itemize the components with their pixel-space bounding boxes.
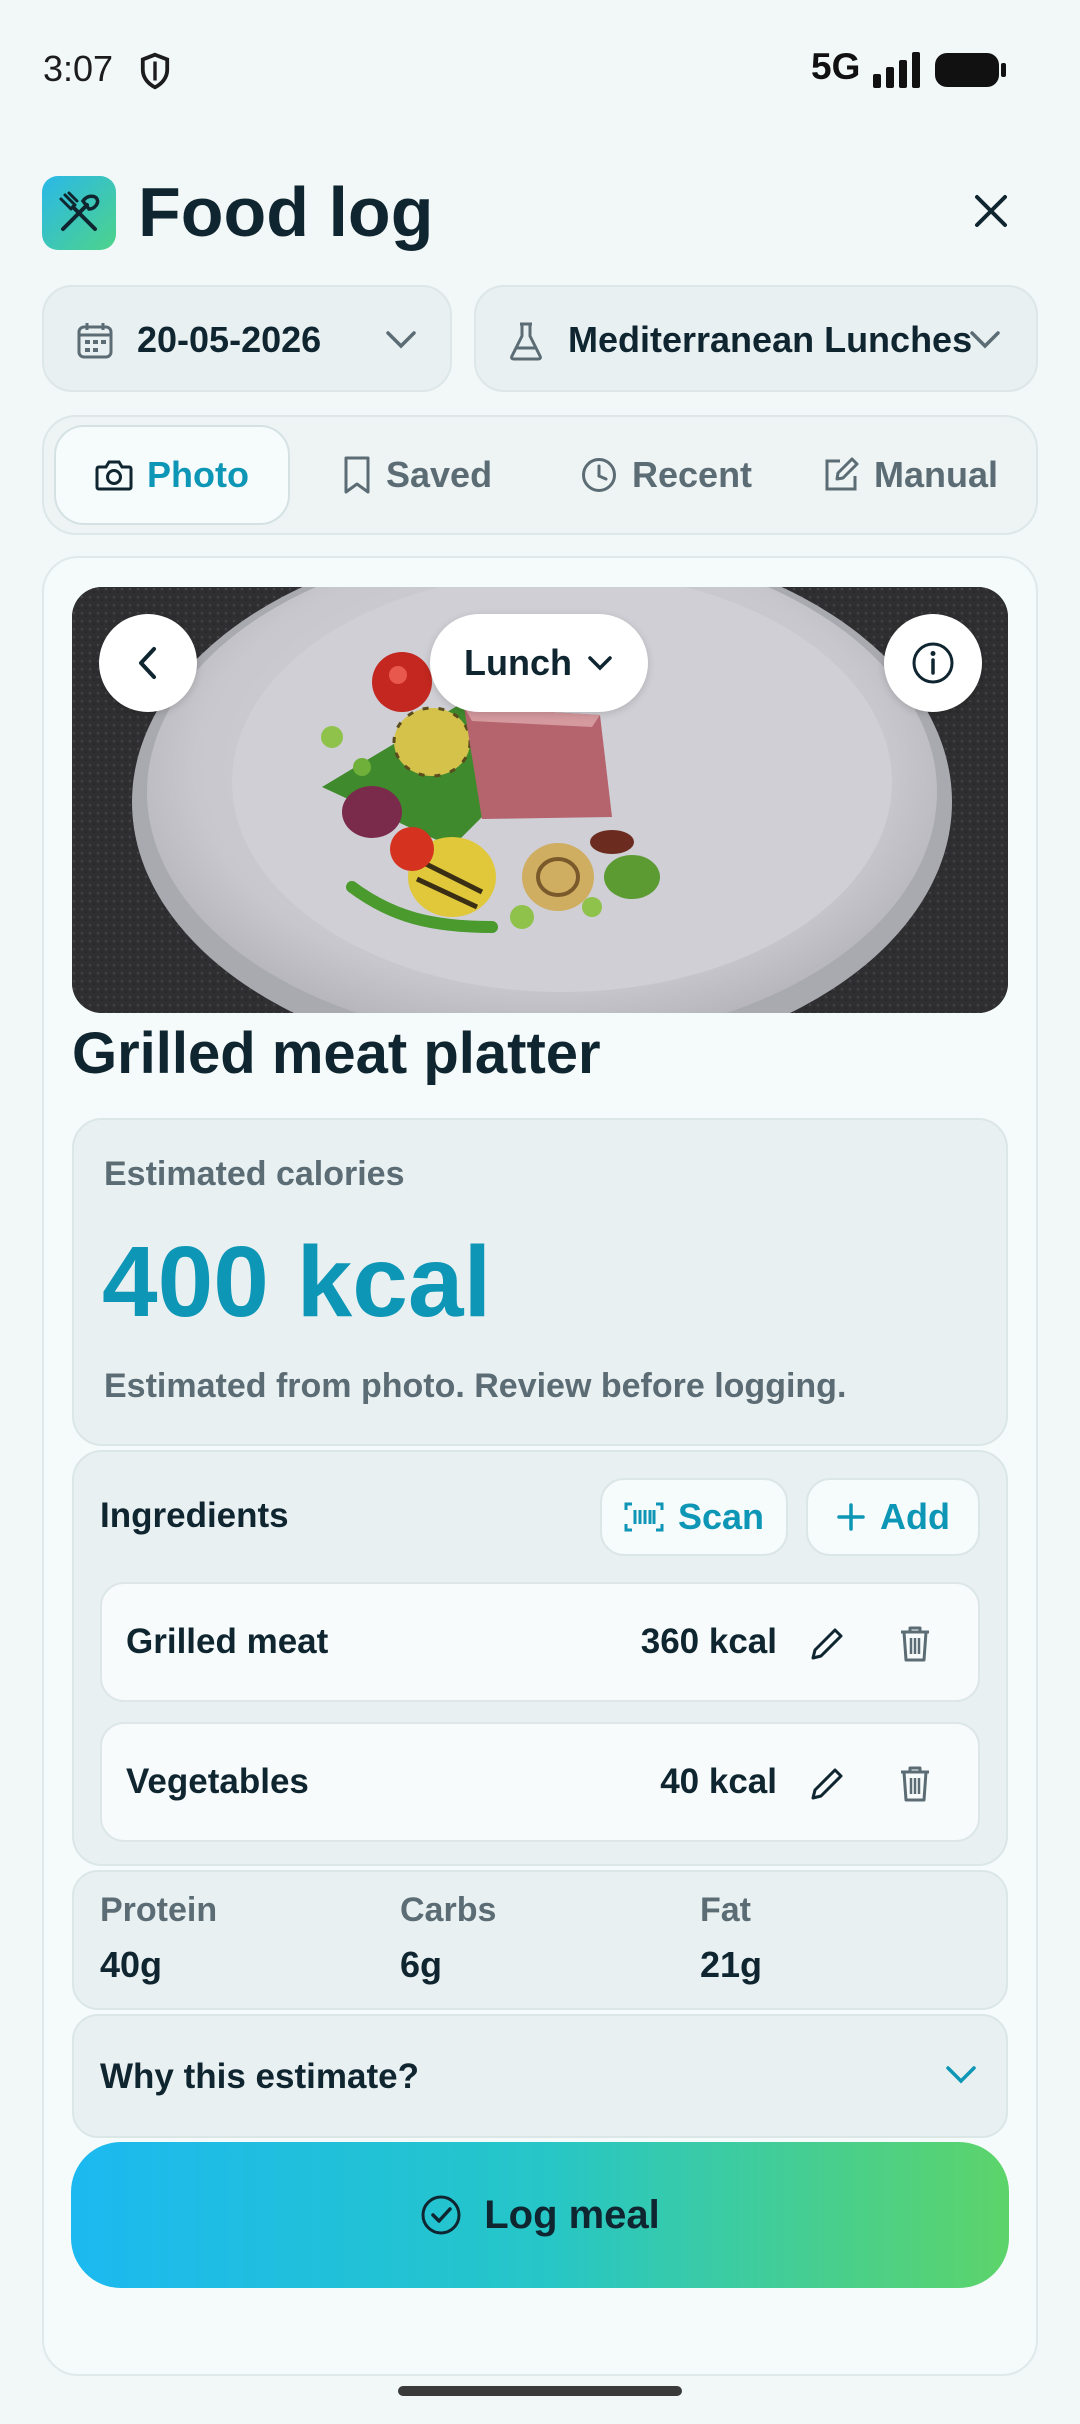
- ingredient-name: Grilled meat: [126, 1622, 329, 1661]
- shield-icon: [140, 52, 170, 90]
- delete-ingredient-button[interactable]: [885, 1754, 945, 1814]
- add-label: Add: [880, 1496, 950, 1537]
- date-picker[interactable]: 20-05-2026: [42, 285, 452, 392]
- tab-manual[interactable]: Manual: [822, 425, 998, 525]
- scan-button[interactable]: Scan: [600, 1478, 788, 1556]
- macro-label-fat: Fat: [700, 1891, 751, 1929]
- tab-label: Photo: [147, 454, 249, 495]
- status-time: 3:07: [43, 48, 114, 89]
- chevron-left-icon: [139, 647, 156, 679]
- ingredient-kcal: 40 kcal: [660, 1762, 777, 1801]
- macro-value-fat: 21g: [700, 1944, 763, 1985]
- macro-value-protein: 40g: [100, 1944, 163, 1985]
- calendar-icon: [77, 323, 113, 359]
- chevron-down-icon: [946, 2066, 976, 2084]
- macro-label-protein: Protein: [100, 1891, 218, 1929]
- network-label: 5G: [811, 46, 861, 87]
- meal-type-label: Lunch: [464, 642, 572, 683]
- calorie-note: Estimated from photo. Review before logg…: [104, 1367, 847, 1405]
- date-value: 20-05-2026: [137, 319, 322, 360]
- tab-recent[interactable]: Recent: [580, 425, 752, 525]
- page-title: Food log: [138, 173, 434, 251]
- pencil-icon: [811, 1768, 843, 1800]
- tab-label: Recent: [632, 454, 753, 495]
- flask-icon: [510, 322, 542, 361]
- camera-icon: [95, 460, 133, 491]
- pencil-icon: [811, 1628, 843, 1660]
- tab-photo[interactable]: Photo: [54, 425, 290, 525]
- log-meal-button[interactable]: Log meal: [71, 2142, 1009, 2288]
- plan-picker[interactable]: Mediterranean Lunches: [474, 285, 1038, 392]
- delete-ingredient-button[interactable]: [885, 1614, 945, 1674]
- calorie-value: 400 kcal: [102, 1226, 492, 1338]
- add-ingredient-button[interactable]: Add: [806, 1478, 980, 1556]
- home-indicator[interactable]: [398, 2386, 682, 2396]
- macro-label-carbs: Carbs: [400, 1891, 497, 1929]
- tab-saved[interactable]: Saved: [342, 425, 492, 525]
- app-logo-icon: [42, 176, 116, 250]
- info-button[interactable]: [884, 614, 982, 712]
- food-name: Grilled meat platter: [72, 1021, 601, 1086]
- check-circle-icon: [421, 2195, 461, 2235]
- close-button[interactable]: [963, 183, 1019, 239]
- signal-icon: [873, 52, 920, 88]
- back-button[interactable]: [99, 614, 197, 712]
- log-meal-label: Log meal: [484, 2192, 660, 2237]
- macro-value-carbs: 6g: [400, 1944, 443, 1985]
- tab-label: Saved: [386, 454, 493, 495]
- ingredients-title: Ingredients: [100, 1496, 289, 1535]
- chevron-down-icon: [386, 331, 416, 349]
- scan-label: Scan: [677, 1496, 765, 1537]
- bookmark-icon: [344, 456, 370, 494]
- close-icon: [975, 195, 1007, 227]
- chevron-down-icon: [970, 331, 1000, 349]
- why-estimate-label: Why this estimate?: [100, 2057, 419, 2096]
- plus-icon: [837, 1503, 865, 1531]
- edit-ingredient-button[interactable]: [797, 1614, 857, 1674]
- chevron-down-icon: [588, 656, 612, 671]
- trash-icon: [901, 1766, 929, 1802]
- ingredient-row: Vegetables 40 kcal: [100, 1722, 980, 1842]
- calorie-label: Estimated calories: [104, 1155, 405, 1193]
- battery-icon: [935, 53, 1006, 87]
- edit-ingredient-button[interactable]: [797, 1754, 857, 1814]
- clock-icon: [582, 458, 616, 492]
- ingredient-name: Vegetables: [126, 1762, 309, 1801]
- ingredient-kcal: 360 kcal: [640, 1622, 777, 1661]
- edit-icon: [825, 457, 859, 491]
- ingredient-row: Grilled meat 360 kcal: [100, 1582, 980, 1702]
- tab-label: Manual: [874, 454, 999, 495]
- info-icon: [912, 642, 954, 684]
- trash-icon: [901, 1626, 929, 1662]
- meal-type-dropdown[interactable]: Lunch: [430, 614, 648, 712]
- barcode-icon: [624, 1502, 664, 1532]
- plan-value: Mediterranean Lunches: [568, 319, 973, 360]
